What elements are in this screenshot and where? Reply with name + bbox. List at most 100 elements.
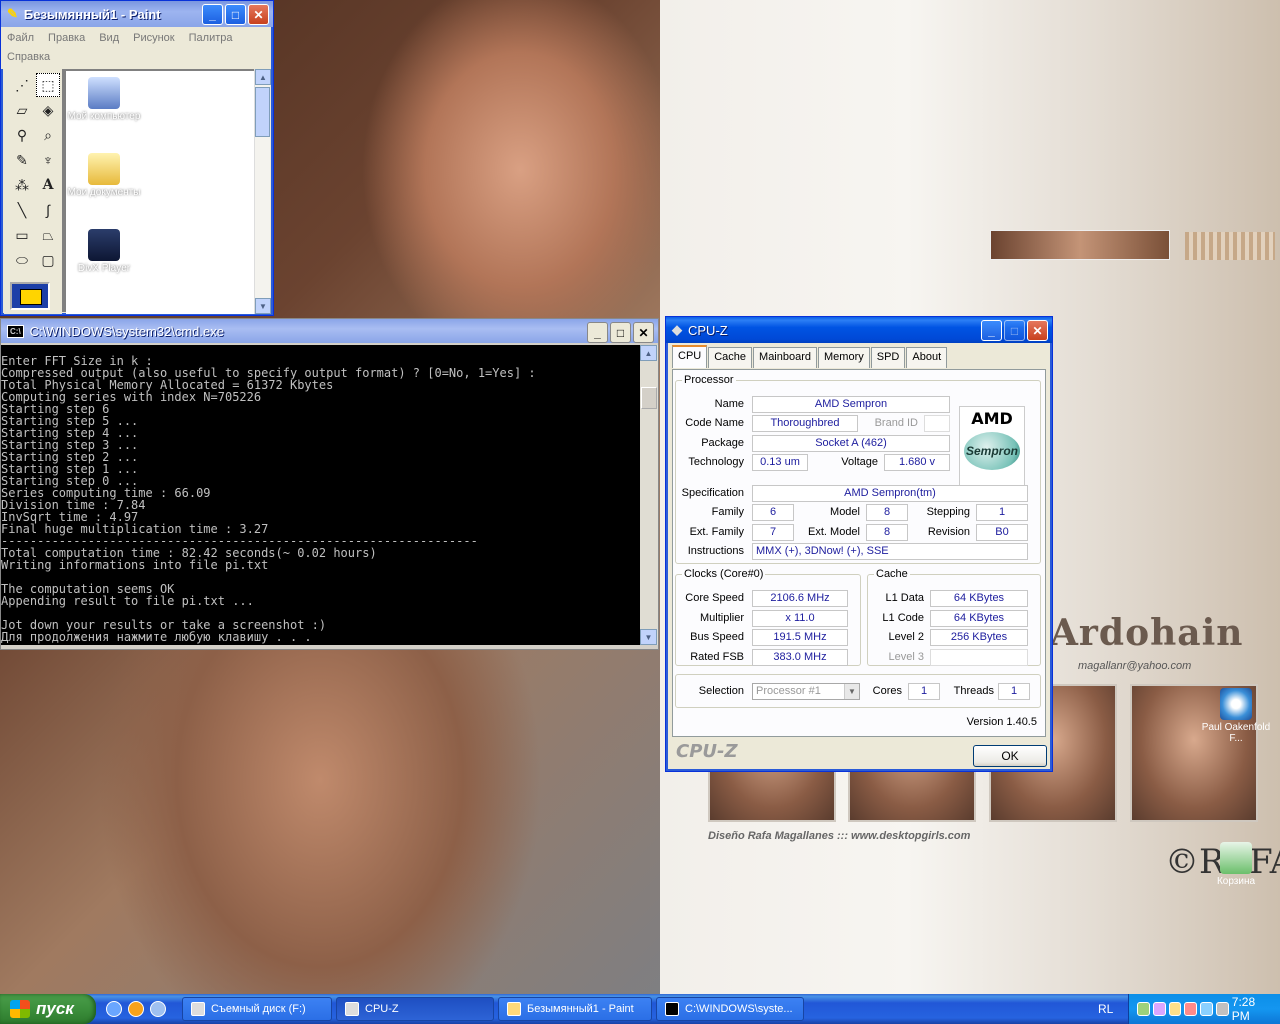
paint-vscrollbar[interactable]: ▲ ▼: [254, 69, 271, 314]
technology-value: 0.13 um: [752, 454, 808, 471]
desktop-icon-label: Мои документы: [67, 187, 141, 198]
ellipse-icon[interactable]: ⬭: [10, 248, 34, 272]
brandid-label: Brand ID: [874, 417, 918, 429]
paint-titlebar[interactable]: ✎ Безымянный1 - Paint _ □ ✕: [1, 1, 273, 27]
menu-image[interactable]: Рисунок: [133, 29, 175, 48]
cpuz-tabs: CPU Cache Mainboard Memory SPD About: [672, 345, 948, 368]
airbrush-icon[interactable]: ⁂: [10, 173, 34, 197]
menu-colors[interactable]: Палитра: [189, 29, 233, 48]
close-button[interactable]: ✕: [633, 322, 654, 343]
amd-logo-text: AMD: [971, 409, 1013, 428]
start-button[interactable]: пуск: [0, 994, 96, 1024]
polygon-icon[interactable]: ⏢: [36, 223, 60, 247]
task-cmd[interactable]: C:\WINDOWS\syste...: [656, 997, 804, 1021]
multiplier-value: x 11.0: [752, 610, 848, 627]
cmd-console[interactable]: Enter FFT Size in k : Compressed output (…: [1, 345, 658, 645]
show-desktop-icon[interactable]: [150, 1001, 166, 1017]
line-icon[interactable]: ╲: [10, 198, 34, 222]
language-indicator[interactable]: RL: [1098, 994, 1113, 1024]
minimize-button[interactable]: _: [981, 320, 1002, 341]
menu-view[interactable]: Вид: [99, 29, 119, 48]
scroll-up-icon[interactable]: ▲: [255, 69, 271, 85]
task-cpuz[interactable]: CPU-Z: [336, 997, 494, 1021]
tab-mainboard[interactable]: Mainboard: [753, 347, 818, 368]
selection-group: Selection Processor #1 ▼ Cores 1 Threads…: [675, 674, 1041, 708]
minimize-button[interactable]: _: [202, 4, 223, 25]
paint-canvas[interactable]: Мой компьютер Мои документы DivX Player: [66, 71, 256, 314]
color-selector[interactable]: [10, 282, 50, 310]
tab-cache[interactable]: Cache: [708, 347, 753, 368]
task-paint[interactable]: Безымянный1 - Paint: [498, 997, 652, 1021]
scroll-up-icon[interactable]: ▲: [640, 345, 657, 361]
maximize-button[interactable]: □: [610, 322, 631, 343]
task-removable-disk[interactable]: Съемный диск (F:): [182, 997, 332, 1021]
text-icon[interactable]: A: [36, 173, 60, 197]
scroll-thumb[interactable]: [255, 87, 270, 137]
eraser-icon[interactable]: ▱: [10, 98, 34, 122]
chevron-down-icon: ▼: [844, 684, 859, 699]
scroll-down-icon[interactable]: ▼: [255, 298, 271, 314]
tab-about[interactable]: About: [906, 347, 948, 368]
minimize-icon: _: [209, 7, 216, 22]
tray-app-icon[interactable]: [1152, 1002, 1166, 1016]
cmd-titlebar[interactable]: C:\ C:\WINDOWS\system32\cmd.exe _ □ ✕: [1, 319, 658, 343]
maximize-button[interactable]: □: [225, 4, 246, 25]
cpuz-window: ◆ CPU-Z _ □ ✕ CPU Cache Mainboard Memory…: [665, 316, 1053, 772]
desktop-icon-divx[interactable]: DivX Player: [66, 229, 142, 274]
pencil-icon[interactable]: ✎: [10, 148, 34, 172]
paint-menubar: Файл Правка Вид Рисунок Палитра Справка: [1, 27, 261, 69]
tab-cpu[interactable]: CPU: [672, 345, 708, 368]
scroll-down-icon[interactable]: ▼: [640, 629, 657, 645]
threads-label: Threads: [953, 685, 994, 697]
rounded-rect-icon[interactable]: ▢: [36, 248, 60, 272]
curve-icon[interactable]: ∫: [36, 198, 60, 222]
cpuz-footer-logo: CPU-Z: [676, 741, 738, 762]
rectangle-icon[interactable]: ▭: [10, 223, 34, 247]
tray-network-icon[interactable]: [1137, 1002, 1150, 1016]
tray-misc-icon[interactable]: [1215, 1002, 1229, 1016]
media-player-icon[interactable]: [128, 1001, 144, 1017]
cmd-vscrollbar[interactable]: ▲ ▼: [640, 345, 658, 645]
scroll-thumb[interactable]: [641, 387, 657, 409]
free-select-icon[interactable]: ⋰: [10, 73, 34, 97]
cmd-line: Writing informations into file pi.txt: [1, 558, 269, 572]
start-label: пуск: [36, 999, 74, 1018]
sempron-logo-text: Sempron: [964, 432, 1020, 470]
ie-icon[interactable]: [106, 1001, 122, 1017]
processor-select[interactable]: Processor #1 ▼: [752, 683, 860, 700]
tray-volume-icon[interactable]: [1168, 1002, 1182, 1016]
desktop-icon-recycle-bin[interactable]: Корзина: [1198, 842, 1274, 887]
color-picker-icon[interactable]: ⚲: [10, 123, 34, 147]
cores-label: Cores: [872, 685, 902, 697]
menu-help[interactable]: Справка: [7, 48, 50, 67]
brandid-value: [924, 415, 950, 432]
cpuz-titlebar[interactable]: ◆ CPU-Z _ □ ✕: [666, 317, 1052, 343]
desktop-icon-paul-oakenfold[interactable]: Paul Oakenfold F...: [1198, 688, 1274, 744]
tab-spd[interactable]: SPD: [870, 347, 906, 368]
extmodel-label: Ext. Model: [808, 526, 860, 538]
magnifier-icon[interactable]: ⌕: [36, 123, 60, 147]
l1data-label: L1 Data: [885, 592, 924, 604]
minimize-button[interactable]: _: [587, 322, 608, 343]
level3-label: Level 3: [888, 651, 924, 663]
ratedfsb-value: 383.0 MHz: [752, 649, 848, 666]
task-label: C:\WINDOWS\syste...: [685, 1003, 793, 1015]
menu-file[interactable]: Файл: [7, 29, 34, 48]
multiplier-label: Multiplier: [699, 612, 744, 624]
tab-memory[interactable]: Memory: [818, 347, 870, 368]
menu-edit[interactable]: Правка: [48, 29, 85, 48]
rect-select-icon[interactable]: ⬚: [36, 73, 60, 97]
close-button[interactable]: ✕: [1027, 320, 1048, 341]
desktop-icon-my-documents[interactable]: Мои документы: [66, 153, 142, 198]
ok-button[interactable]: OK: [973, 745, 1047, 767]
brush-icon[interactable]: ♆: [36, 148, 60, 172]
cpuz-window-title: CPU-Z: [688, 322, 728, 338]
tray-3d-icon[interactable]: [1200, 1002, 1213, 1016]
fill-icon[interactable]: ◈: [36, 98, 60, 122]
corespeed-value: 2106.6 MHz: [752, 590, 848, 607]
desktop-icon-my-computer[interactable]: Мой компьютер: [66, 77, 142, 122]
cmd-app-icon: C:\: [7, 324, 24, 338]
tray-security-icon[interactable]: [1184, 1002, 1198, 1016]
close-icon: ✕: [253, 7, 264, 22]
close-button[interactable]: ✕: [248, 4, 269, 25]
